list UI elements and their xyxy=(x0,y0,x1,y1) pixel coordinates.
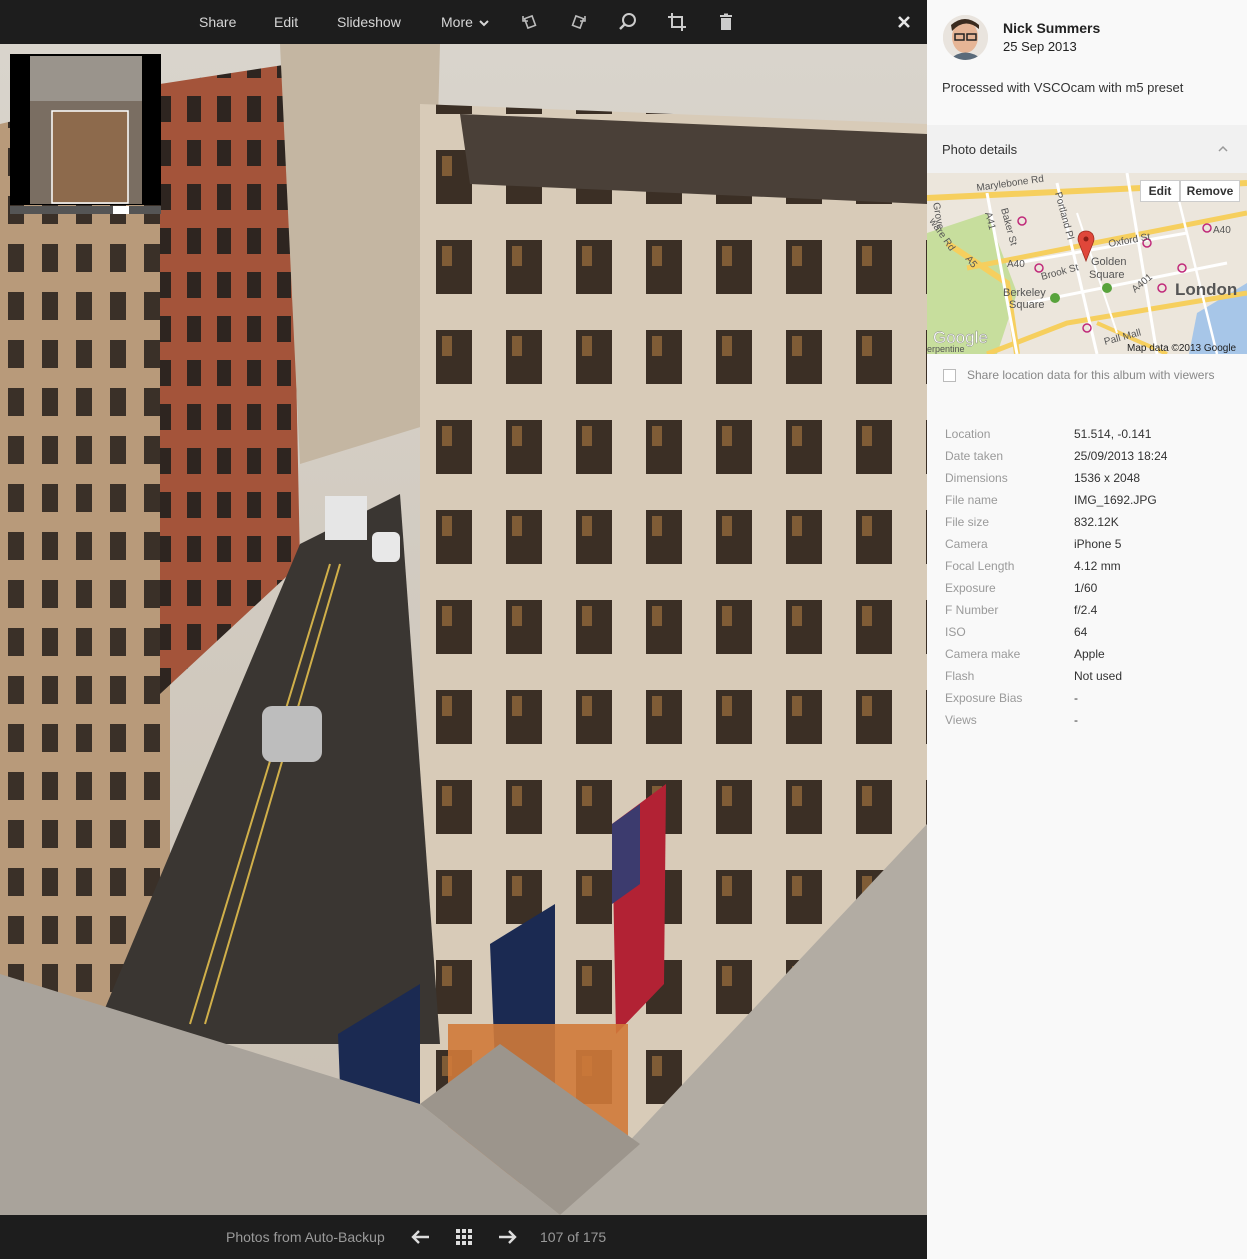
share-location-checkbox[interactable] xyxy=(943,369,956,382)
detail-row: ISO 64 xyxy=(945,623,1235,645)
map-label-golden: Golden xyxy=(1091,256,1126,268)
detail-value: 4.12 mm xyxy=(1074,559,1121,573)
detail-value: 64 xyxy=(1074,625,1088,639)
arrow-right-icon[interactable] xyxy=(497,1226,519,1248)
detail-value: 1/60 xyxy=(1074,581,1098,595)
more-button[interactable]: More xyxy=(441,0,489,44)
detail-value: IMG_1692.JPG xyxy=(1074,493,1157,507)
detail-value: f/2.4 xyxy=(1074,603,1098,617)
detail-label: ISO xyxy=(945,625,966,639)
street-scene-image xyxy=(0,44,927,1215)
rotate-left-icon[interactable] xyxy=(519,11,541,33)
detail-label: Exposure Bias xyxy=(945,691,1023,705)
detail-label: F Number xyxy=(945,603,999,617)
viewer-toolbar: Share Edit Slideshow More xyxy=(0,0,927,44)
share-location-label: Share location data for this album with … xyxy=(967,368,1215,382)
zoom-icon[interactable] xyxy=(617,11,639,33)
detail-label: File name xyxy=(945,493,998,507)
avatar[interactable] xyxy=(943,15,988,60)
map-label-a40-1: A40 xyxy=(1007,259,1025,270)
arrow-left-icon[interactable] xyxy=(409,1226,431,1248)
viewer-bottombar: Photos from Auto-Backup 107 of 175 xyxy=(0,1215,927,1259)
detail-row: Views - xyxy=(945,711,1235,733)
photo-caption: Processed with VSCOcam with m5 preset xyxy=(942,80,1184,95)
detail-row: File size 832.12K xyxy=(945,513,1235,535)
detail-row: Flash Not used xyxy=(945,667,1235,689)
map-label-london: London xyxy=(1175,280,1237,299)
slideshow-button[interactable]: Slideshow xyxy=(337,0,401,44)
album-name[interactable]: Photos from Auto-Backup xyxy=(226,1215,385,1259)
detail-label: Flash xyxy=(945,669,975,683)
photo-details-title: Photo details xyxy=(942,142,1018,157)
detail-label: Views xyxy=(945,713,977,727)
detail-row: Date taken 25/09/2013 18:24 xyxy=(945,447,1235,469)
map-label-golden-square: Square xyxy=(1089,269,1124,281)
detail-value: - xyxy=(1074,691,1078,705)
detail-value: - xyxy=(1074,713,1078,727)
detail-value: 25/09/2013 18:24 xyxy=(1074,449,1168,463)
detail-label: Dimensions xyxy=(945,471,1008,485)
detail-label: Date taken xyxy=(945,449,1004,463)
photo-viewer: Share Edit Slideshow More Photos from Au… xyxy=(0,0,927,1259)
more-label: More xyxy=(441,14,473,30)
detail-value: Apple xyxy=(1074,647,1105,661)
photo-details-header[interactable]: Photo details xyxy=(927,125,1247,173)
grid-icon[interactable] xyxy=(453,1226,475,1248)
share-button[interactable]: Share xyxy=(199,0,236,44)
detail-row: Location 51.514, -0.141 xyxy=(945,425,1235,447)
detail-row: Focal Length 4.12 mm xyxy=(945,557,1235,579)
chevron-down-icon xyxy=(479,20,489,27)
zoom-navigator[interactable] xyxy=(10,54,161,214)
detail-row: Exposure 1/60 xyxy=(945,579,1235,601)
detail-row: File name IMG_1692.JPG xyxy=(945,491,1235,513)
detail-value: iPhone 5 xyxy=(1074,537,1122,551)
photo-details-table: Location 51.514, -0.141 Date taken 25/09… xyxy=(945,425,1235,733)
detail-value: 832.12K xyxy=(1074,515,1119,529)
map-label-berkeley-square: Square xyxy=(1009,299,1044,311)
chevron-up-icon[interactable] xyxy=(1216,142,1230,156)
author-name[interactable]: Nick Summers xyxy=(1003,20,1100,36)
google-logo: Google xyxy=(933,328,988,347)
detail-row: Exposure Bias - xyxy=(945,689,1235,711)
detail-label: Focal Length xyxy=(945,559,1015,573)
detail-row: Camera iPhone 5 xyxy=(945,535,1235,557)
photo-counter: 107 of 175 xyxy=(540,1229,607,1245)
map-remove-button[interactable]: Remove xyxy=(1180,180,1240,202)
detail-row: F Number f/2.4 xyxy=(945,601,1235,623)
detail-label: File size xyxy=(945,515,990,529)
edit-button[interactable]: Edit xyxy=(274,0,298,44)
rotate-right-icon[interactable] xyxy=(567,11,589,33)
map-attribution: Map data ©2013 Google xyxy=(1127,343,1237,354)
detail-row: Dimensions 1536 x 2048 xyxy=(945,469,1235,491)
crop-icon[interactable] xyxy=(666,11,688,33)
photo-date: 25 Sep 2013 xyxy=(1003,39,1077,54)
trash-icon[interactable] xyxy=(715,11,737,33)
detail-value: 51.514, -0.141 xyxy=(1074,427,1152,441)
map-label-berkeley: Berkeley xyxy=(1003,287,1046,299)
detail-label: Camera xyxy=(945,537,988,551)
info-panel: Nick Summers 25 Sep 2013 Processed with … xyxy=(927,0,1247,1259)
main-photo[interactable] xyxy=(0,44,927,1215)
detail-label: Camera make xyxy=(945,647,1021,661)
map-edit-button[interactable]: Edit xyxy=(1140,180,1180,202)
detail-label: Location xyxy=(945,427,991,441)
detail-value: Not used xyxy=(1074,669,1123,683)
close-icon[interactable] xyxy=(893,11,915,33)
map-label-a40-2: A40 xyxy=(1213,225,1231,236)
detail-row: Camera make Apple xyxy=(945,645,1235,667)
detail-value: 1536 x 2048 xyxy=(1074,471,1141,485)
detail-label: Exposure xyxy=(945,581,996,595)
